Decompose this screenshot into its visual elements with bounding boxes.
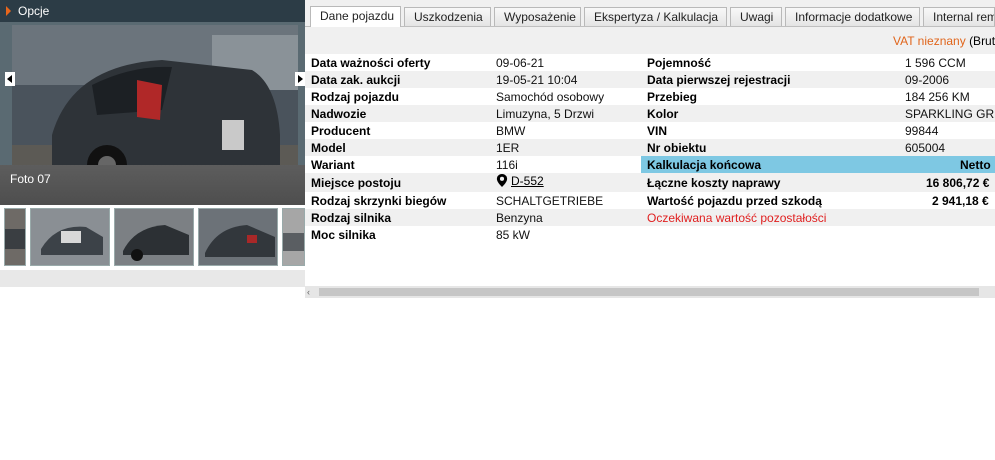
table-row: Moc silnika 85 kW bbox=[305, 226, 995, 243]
vat-status: VAT nieznany (Brut bbox=[893, 34, 995, 48]
chevron-right-icon bbox=[6, 6, 11, 16]
thumbnail-scrollbar[interactable] bbox=[0, 270, 305, 287]
field-label: Kolor bbox=[647, 107, 679, 121]
field-value: 1 596 CCM bbox=[905, 56, 966, 70]
scroll-left-arrow-icon[interactable]: ‹ bbox=[307, 287, 310, 297]
thumbnail-strip bbox=[0, 205, 305, 270]
table-row: Rodzaj pojazdu Samochód osobowy Przebieg… bbox=[305, 88, 995, 105]
thumbnail[interactable] bbox=[114, 208, 194, 266]
field-value: SPARKLING GR bbox=[905, 107, 995, 121]
field-label: Rodzaj pojazdu bbox=[311, 90, 399, 104]
field-value: 09-06-21 bbox=[496, 56, 545, 70]
horizontal-scrollbar[interactable]: ‹ bbox=[305, 286, 995, 298]
field-label: Data ważności oferty bbox=[311, 56, 431, 70]
calculation-title: Kalkulacja końcowa bbox=[647, 158, 762, 172]
repair-cost-value: 16 806,72 € bbox=[926, 176, 990, 190]
options-label: Opcje bbox=[18, 4, 50, 18]
field-label: Producent bbox=[311, 124, 371, 138]
previous-photo-button[interactable] bbox=[5, 72, 15, 86]
field-label: Rodzaj silnika bbox=[311, 211, 392, 225]
field-label: Pojemność bbox=[647, 56, 712, 70]
pre-damage-value-label: Wartość pojazdu przed szkodą bbox=[647, 194, 822, 208]
photo-panel: Opcje Foto 07 bbox=[0, 0, 305, 287]
field-label: Nadwozie bbox=[311, 107, 367, 121]
next-photo-button[interactable] bbox=[295, 72, 305, 86]
field-label: Przebieg bbox=[647, 90, 698, 104]
table-row: Rodzaj skrzynki biegów SCHALTGETRIEBE Wa… bbox=[305, 192, 995, 209]
parking-location-link[interactable]: D-552 bbox=[511, 174, 544, 188]
field-value: Samochód osobowy bbox=[496, 90, 605, 104]
thumbnail[interactable] bbox=[4, 208, 26, 266]
thumbnail[interactable] bbox=[198, 208, 278, 266]
pre-damage-value: 2 941,18 € bbox=[932, 194, 989, 208]
thumbnail[interactable] bbox=[282, 208, 305, 266]
field-label: Data pierwszej rejestracji bbox=[647, 73, 791, 87]
table-row: Rodzaj silnika Benzyna Oczekiwana wartoś… bbox=[305, 209, 995, 226]
tab-bar: Dane pojazdu Uszkodzenia Wyposażenie Eks… bbox=[305, 0, 995, 27]
tab-informacje-dodatkowe[interactable]: Informacje dodatkowe bbox=[785, 7, 920, 26]
parking-location[interactable]: D-552 bbox=[496, 174, 544, 188]
tab-dane-pojazdu[interactable]: Dane pojazdu bbox=[310, 6, 401, 27]
field-label: Data zak. aukcji bbox=[311, 73, 401, 87]
photo-caption: Foto 07 bbox=[10, 172, 51, 186]
field-label: Moc silnika bbox=[311, 228, 376, 242]
field-value: 605004 bbox=[905, 141, 946, 155]
vat-unknown-text: VAT nieznany bbox=[893, 34, 966, 48]
table-row: Miejsce postoju D-552 Łączne koszty napr… bbox=[305, 173, 995, 192]
field-value: Limuzyna, 5 Drzwi bbox=[496, 107, 595, 121]
table-row: Producent BMW VIN 99844 bbox=[305, 122, 995, 139]
options-header[interactable]: Opcje bbox=[0, 0, 305, 22]
location-pin-icon bbox=[496, 174, 508, 187]
table-row: Data ważności oferty 09-06-21 Pojemność … bbox=[305, 54, 995, 71]
field-value: Benzyna bbox=[496, 211, 543, 225]
tab-internal-remarks[interactable]: Internal rem bbox=[923, 7, 995, 26]
field-value: 1ER bbox=[496, 141, 520, 155]
tab-wyposazenie[interactable]: Wyposażenie bbox=[494, 7, 581, 26]
table-row: Nadwozie Limuzyna, 5 Drzwi Kolor SPARKLI… bbox=[305, 105, 995, 122]
tab-uszkodzenia[interactable]: Uszkodzenia bbox=[404, 7, 491, 26]
field-label: Rodzaj skrzynki biegów bbox=[311, 194, 447, 208]
table-row: Data zak. aukcji 19-05-21 10:04 Data pie… bbox=[305, 71, 995, 88]
netto-label: Netto bbox=[960, 158, 991, 172]
field-label: Model bbox=[311, 141, 346, 155]
field-value: 184 256 KM bbox=[905, 90, 970, 104]
field-label: Wariant bbox=[311, 158, 355, 172]
field-label: Miejsce postoju bbox=[311, 176, 402, 190]
thumbnail[interactable] bbox=[30, 208, 110, 266]
vehicle-data-panel: VAT nieznany (Brut Data ważności oferty … bbox=[305, 27, 995, 287]
residual-value-label: Oczekiwana wartość pozostałości bbox=[647, 211, 827, 225]
scrollbar-thumb[interactable] bbox=[319, 288, 979, 296]
field-value: 19-05-21 10:04 bbox=[496, 73, 578, 87]
tab-uwagi[interactable]: Uwagi bbox=[730, 7, 782, 26]
field-value: 116i bbox=[496, 158, 518, 172]
field-value: 99844 bbox=[905, 124, 939, 138]
table-row: Model 1ER Nr obiektu 605004 bbox=[305, 139, 995, 156]
field-value: SCHALTGETRIEBE bbox=[496, 194, 604, 208]
vat-brut-text: (Brut bbox=[969, 34, 995, 48]
field-value: BMW bbox=[496, 124, 526, 138]
photo-caption-bar: Foto 07 bbox=[0, 165, 305, 205]
field-label: Nr obiektu bbox=[647, 141, 707, 155]
field-value: 85 kW bbox=[496, 228, 531, 242]
repair-cost-label: Łączne koszty naprawy bbox=[647, 176, 781, 190]
tab-ekspertyza-kalkulacja[interactable]: Ekspertyza / Kalkulacja bbox=[584, 7, 727, 26]
field-value: 09-2006 bbox=[905, 73, 950, 87]
table-row: Wariant 116i Kalkulacja końcowa Netto bbox=[305, 156, 995, 173]
vat-bar: VAT nieznany (Brut bbox=[305, 27, 995, 54]
field-label: VIN bbox=[647, 124, 668, 138]
